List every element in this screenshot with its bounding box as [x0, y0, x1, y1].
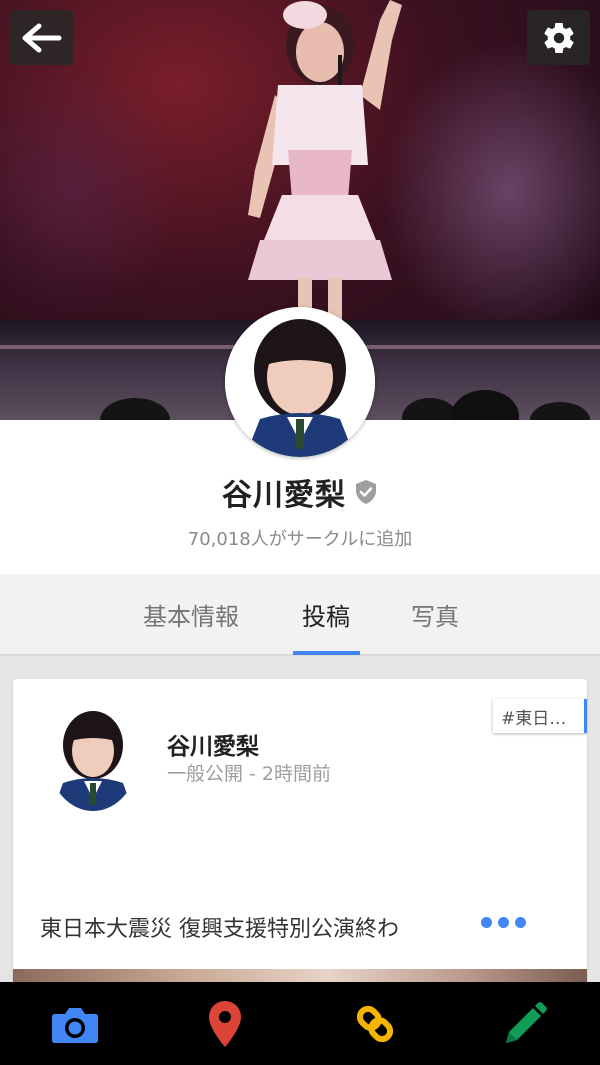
- back-button[interactable]: [10, 10, 73, 65]
- profile-avatar[interactable]: [225, 307, 375, 457]
- tab-photos[interactable]: 写真: [400, 574, 470, 654]
- hashtag-chip[interactable]: #東日…: [493, 699, 587, 733]
- post-body-text: 東日本大震災 復興支援特別公演終わ: [40, 917, 399, 942]
- location-button[interactable]: [175, 982, 275, 1065]
- dot: [515, 917, 526, 928]
- settings-button[interactable]: [527, 10, 590, 65]
- performer-figure: [248, 0, 402, 340]
- dot: [498, 917, 509, 928]
- dot: [481, 917, 492, 928]
- profile-tabs: 基本情報 投稿 写真: [0, 574, 600, 656]
- location-pin-icon: [209, 1000, 241, 1047]
- link-icon: [356, 1005, 394, 1042]
- active-tab-indicator: [293, 651, 360, 655]
- stage-haze-left: [0, 60, 180, 320]
- post-visibility-time: 一般公開 - 2時間前: [167, 763, 332, 785]
- post-author-name[interactable]: 谷川愛梨: [167, 727, 259, 761]
- camera-icon: [52, 1007, 98, 1043]
- gear-icon: [543, 22, 574, 53]
- pencil-icon: [506, 1001, 547, 1043]
- tab-about[interactable]: 基本情報: [130, 574, 252, 654]
- post-author-avatar[interactable]: [48, 703, 138, 811]
- post-author-avatar-image: [48, 703, 138, 811]
- verified-shield-icon: [354, 479, 378, 505]
- followers-count: 70,018人がサークルに追加: [187, 529, 413, 550]
- tab-posts[interactable]: 投稿: [292, 574, 360, 654]
- camera-button[interactable]: [25, 982, 125, 1065]
- edit-button[interactable]: [475, 982, 575, 1065]
- arrow-left-icon: [22, 23, 61, 52]
- profile-name: 谷川愛梨: [222, 478, 346, 513]
- post-card[interactable]: 谷川愛梨 一般公開 - 2時間前 #東日… 東日本大震災 復興支援特別公演終わ: [13, 679, 587, 989]
- profile-name-row: 谷川愛梨: [0, 470, 600, 514]
- bottom-action-bar: [0, 982, 600, 1065]
- profile-avatar-image: [225, 307, 375, 457]
- link-button[interactable]: [325, 982, 425, 1065]
- more-dots-icon[interactable]: [481, 917, 526, 928]
